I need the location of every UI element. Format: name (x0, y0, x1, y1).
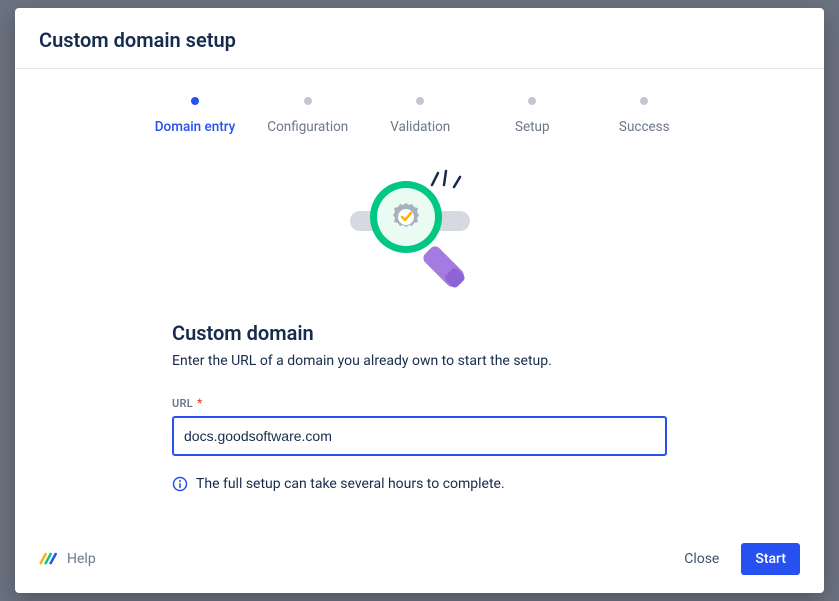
modal-footer: Help Close Start (15, 525, 824, 593)
step-setup[interactable]: Setup (492, 97, 572, 135)
step-dot-icon (191, 97, 199, 105)
step-validation[interactable]: Validation (380, 97, 460, 135)
help-label: Help (67, 551, 96, 567)
step-dot-icon (304, 97, 312, 105)
start-button[interactable]: Start (741, 543, 800, 575)
step-label: Configuration (267, 119, 348, 135)
step-configuration[interactable]: Configuration (267, 97, 348, 135)
step-domain-entry[interactable]: Domain entry (155, 97, 236, 135)
illustration-container (39, 163, 800, 293)
modal-header: Custom domain setup (15, 8, 824, 69)
footer-actions: Close Start (670, 543, 800, 575)
info-note: The full setup can take several hours to… (172, 476, 667, 492)
magnifier-handle-icon (420, 244, 465, 289)
url-field-label: URL (172, 397, 193, 410)
step-label: Setup (515, 119, 550, 135)
modal-body: Domain entry Configuration Validation Se… (15, 69, 824, 525)
step-label: Success (619, 119, 670, 135)
close-button[interactable]: Close (670, 543, 733, 575)
magnifier-gear-illustration (350, 163, 490, 293)
section-description: Enter the URL of a domain you already ow… (172, 353, 667, 369)
step-dot-icon (528, 97, 536, 105)
modal-title: Custom domain setup (39, 28, 800, 52)
url-label-row: URL * (172, 397, 667, 410)
step-dot-icon (640, 97, 648, 105)
form-section: Custom domain Enter the URL of a domain … (172, 321, 667, 492)
step-label: Validation (390, 119, 450, 135)
info-text: The full setup can take several hours to… (196, 476, 505, 492)
info-icon (172, 476, 188, 492)
custom-domain-modal: Custom domain setup Domain entry Configu… (15, 8, 824, 593)
step-label: Domain entry (155, 119, 236, 135)
brand-logo-icon (39, 551, 59, 567)
magnifier-lens-icon (370, 181, 442, 253)
required-indicator: * (197, 397, 202, 410)
gear-check-icon (386, 197, 426, 237)
spark-lines-icon (428, 167, 462, 191)
help-link[interactable]: Help (39, 551, 96, 567)
step-success[interactable]: Success (604, 97, 684, 135)
url-input[interactable] (172, 416, 667, 456)
section-heading: Custom domain (172, 321, 667, 345)
step-dot-icon (416, 97, 424, 105)
setup-stepper: Domain entry Configuration Validation Se… (39, 97, 800, 135)
